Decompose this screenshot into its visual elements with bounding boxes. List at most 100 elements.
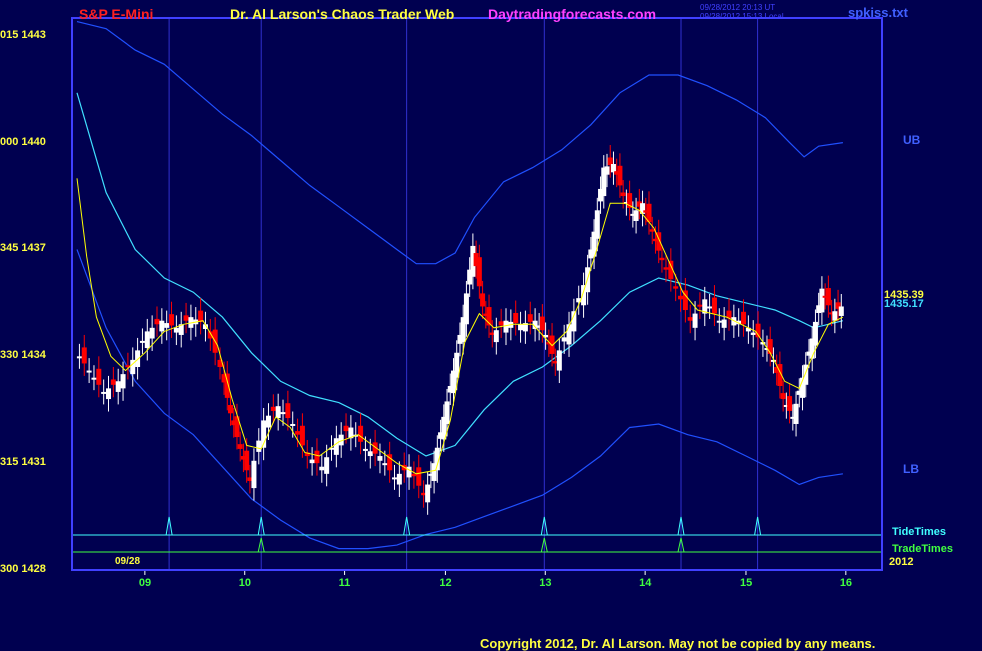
candle-up (503, 320, 509, 333)
candle-up (115, 381, 121, 392)
candle-down (295, 431, 301, 435)
candle-up (716, 320, 722, 323)
candle-down (620, 192, 626, 197)
candle-down (527, 314, 533, 322)
price-chart (71, 17, 883, 575)
candle-down (416, 467, 422, 486)
candle-down (96, 368, 102, 385)
candle-up (604, 166, 610, 175)
candle-up (101, 391, 107, 394)
file-name: spkiss.txt (848, 5, 908, 20)
candle-down (343, 425, 349, 432)
candle-up (518, 324, 524, 331)
lower-band-line (76, 249, 843, 550)
candle-up (610, 164, 616, 173)
candle-up (280, 412, 286, 415)
candle-up (819, 288, 825, 313)
candle-down (237, 444, 243, 449)
candle-up (290, 423, 296, 426)
candle-up (692, 313, 698, 328)
candle-down (687, 317, 693, 321)
candle-up (377, 456, 383, 461)
candle-down (183, 315, 189, 321)
candle-up (566, 324, 572, 345)
candle-up (106, 388, 112, 400)
candle-up (425, 484, 431, 503)
timestamp-ut: 09/28/2012 20:13 UT (700, 3, 776, 12)
candle-down (741, 311, 747, 325)
candle-up (324, 457, 330, 474)
candle-up (144, 331, 150, 349)
candle-down (617, 165, 623, 186)
candle-down (697, 304, 703, 307)
bands-group (76, 21, 844, 550)
x-tick-label: 11 (338, 577, 351, 589)
candle-down (649, 229, 655, 232)
candle-down (678, 295, 684, 300)
candle-down (110, 379, 116, 385)
candle-up (444, 401, 450, 424)
x-tick-label: 10 (238, 577, 251, 589)
candle-up (396, 473, 402, 485)
copyright-footer: Copyright 2012, Dr. Al Larson. May not b… (480, 636, 876, 651)
trade-times-label: TradeTimes (892, 543, 953, 555)
mid-band-line (76, 92, 844, 457)
candle-up (76, 356, 82, 359)
date-label: 09/28 (115, 556, 141, 567)
candlestick-group (76, 145, 844, 515)
y-tick-label: 000 1440 (0, 135, 46, 148)
candle-down (673, 286, 679, 289)
x-tick-label: 14 (639, 577, 652, 589)
candle-up (633, 210, 639, 221)
candle-up (362, 448, 368, 451)
candle-up (173, 327, 179, 333)
candle-up (832, 311, 838, 321)
candle-down (787, 396, 793, 411)
candle-up (793, 403, 799, 424)
candle-up (164, 323, 170, 328)
candle-up (86, 370, 92, 373)
plot-frame (71, 17, 883, 571)
candle-up (721, 319, 727, 328)
x-tick-label: 09 (138, 577, 152, 589)
upper-band-line (76, 21, 843, 265)
year-label: 2012 (889, 556, 914, 568)
candle-up (309, 459, 315, 464)
candle-down (299, 425, 305, 446)
market-title: S&P E-Mini (79, 6, 154, 22)
candle-down (549, 335, 555, 354)
candle-down (513, 312, 519, 324)
candle-up (812, 321, 818, 346)
candle-down (358, 425, 364, 442)
candle-up (463, 293, 469, 325)
candle-down (270, 406, 276, 411)
x-tick-label: 15 (739, 577, 753, 589)
candle-up (382, 463, 388, 466)
candle-up (91, 377, 97, 380)
candle-up (750, 332, 756, 335)
y-tick-label: 315 1431 (0, 456, 46, 469)
x-tick-label: 12 (439, 577, 452, 589)
candle-up (251, 460, 257, 489)
candle-up (594, 210, 600, 239)
candle-down (659, 257, 665, 261)
candle-down (244, 450, 250, 471)
y-tick-label: 300 1428 (0, 563, 46, 575)
candle-down (224, 373, 230, 398)
candle-down (825, 288, 831, 306)
candle-down (663, 267, 669, 270)
candle-down (480, 293, 486, 307)
candle-down (539, 316, 545, 331)
candle-up (556, 350, 562, 371)
lower-band-label: LB (903, 462, 919, 476)
upper-band-label: UB (903, 133, 921, 147)
candle-down (711, 297, 717, 314)
x-tick-label: 16 (839, 577, 853, 589)
candle-up (319, 466, 325, 471)
candle-up (275, 406, 281, 419)
candle-down (476, 257, 482, 287)
chart-title: Dr. Al Larson's Chaos Trader Web (230, 6, 455, 22)
candle-up (256, 440, 262, 452)
timestamp-local: 09/28/2012 15:13 Local (700, 12, 784, 21)
candle-up (149, 327, 155, 339)
